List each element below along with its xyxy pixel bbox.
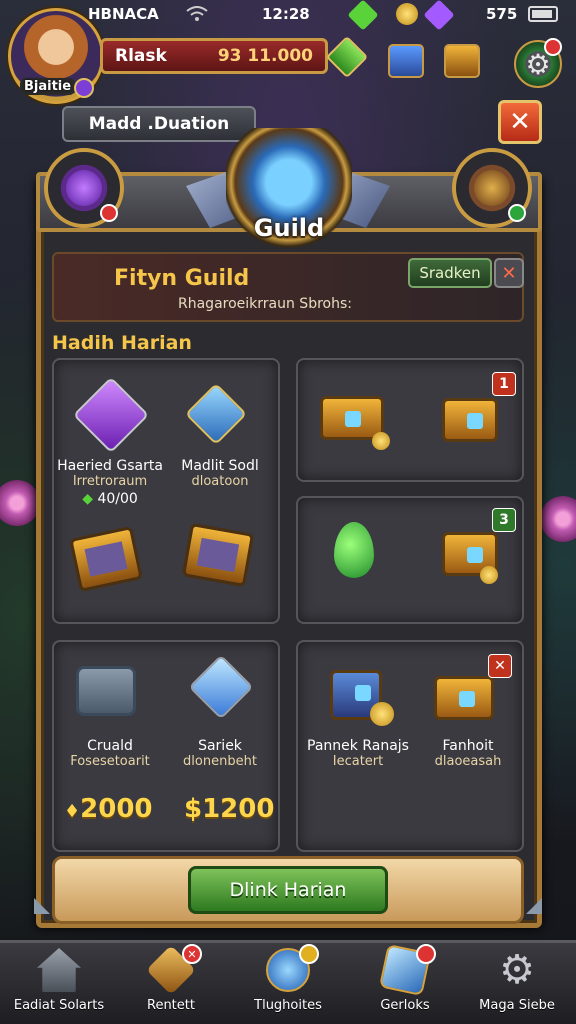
nav-item-cards[interactable]: Gerloks	[350, 943, 460, 1024]
claim-daily-button[interactable]: Dlink Harian	[188, 866, 388, 914]
coin-icon	[396, 3, 418, 25]
corner-ornament	[526, 898, 542, 914]
item-progress: ◆ 40/00	[54, 491, 166, 507]
coin-icon	[370, 702, 394, 726]
alert-dot	[100, 204, 118, 222]
currency-count: 575	[486, 5, 518, 23]
item-price[interactable]: $1200	[184, 794, 274, 824]
gear-icon: ⚙	[499, 947, 535, 993]
battery-icon	[528, 6, 558, 22]
section-title: Hadih Harian	[52, 332, 192, 354]
item-title: Fanhoit	[442, 738, 494, 754]
gem-icon: ◆	[82, 491, 93, 507]
treasure-frame-icon	[181, 522, 255, 588]
avatar-label: Bjaitie	[20, 78, 76, 95]
nav-label: Maga Siebe	[479, 998, 555, 1013]
gold-gem-icon: ♦	[64, 801, 81, 822]
close-button[interactable]: ✕	[498, 100, 542, 144]
alert-badge	[416, 944, 436, 964]
wifi-icon	[186, 6, 208, 21]
player-name-bar[interactable]: Rlask 93 11.000	[100, 38, 328, 74]
item-title: Sariek	[198, 738, 242, 754]
nav-item-world[interactable]: Tlughoites	[233, 944, 343, 1024]
item-subtitle: Iecatert	[332, 754, 384, 769]
nav-label: Eadiat Solarts	[13, 998, 105, 1013]
item-price[interactable]: ♦2000	[64, 794, 153, 824]
amethyst-icon	[423, 0, 455, 31]
item-title: Haeried Gsarta	[57, 458, 163, 474]
nav-label: Rentett	[147, 998, 195, 1013]
guild-crystal-emblem	[226, 128, 352, 264]
item-title: Pannek Ranajs	[307, 738, 409, 754]
close-icon: ✕	[501, 262, 517, 284]
alert-badge	[299, 944, 319, 964]
coin-icon	[372, 432, 390, 450]
level-badge	[74, 78, 94, 98]
left-roundel-button[interactable]	[44, 148, 124, 228]
item-title: Cruald	[87, 738, 133, 754]
notification-dot	[544, 38, 562, 56]
close-icon: ✕	[509, 107, 531, 137]
potion-icon	[66, 170, 102, 206]
coin-icon	[480, 566, 498, 584]
close-badge[interactable]: ✕	[488, 654, 512, 678]
nav-item-settings[interactable]: ⚙ Maga Siebe	[462, 944, 572, 1024]
emblem-label: Guild	[253, 214, 325, 242]
item-progress-value: 40/00	[97, 491, 138, 507]
corner-ornament	[34, 898, 50, 914]
gem-icon	[347, 0, 379, 31]
item-title: Madlit Sodl	[181, 458, 259, 474]
carrier-text: HBNACA	[88, 5, 159, 23]
guild-name: Fityn Guild	[114, 266, 250, 291]
shop-item: Cruald Fosesetoarit	[54, 738, 166, 769]
reward-item: Fanhoit dlaoeasah	[412, 738, 524, 769]
reward-item: Haeried Gsarta Irretroraum ◆ 40/00	[54, 458, 166, 507]
clock-text: 12:28	[262, 5, 310, 23]
alert-badge: ✕	[182, 944, 202, 964]
item-subtitle: dloatoon	[191, 474, 249, 489]
right-roundel-button[interactable]	[452, 148, 532, 228]
guild-subtitle: Rhagaroeikrraun Sbrohs:	[178, 296, 352, 312]
blue-box-icon[interactable]	[388, 44, 424, 78]
settings-gear-button[interactable]: ⚙	[514, 38, 562, 88]
treasure-chest-icon	[442, 398, 498, 442]
player-name: Rlask	[115, 46, 167, 66]
price-value: 2000	[80, 794, 153, 824]
armor-gauntlet-icon	[76, 666, 136, 716]
nav-label: Tlughoites	[254, 998, 322, 1013]
nav-label: Gerloks	[380, 998, 430, 1013]
nav-item-battle[interactable]: ✕ Rentett	[116, 944, 226, 1024]
home-icon	[37, 948, 81, 992]
gold-box-icon[interactable]	[444, 44, 480, 78]
item-subtitle: Irretroraum	[72, 474, 148, 489]
reward-item: Madlit Sodl dloatoon	[164, 458, 276, 489]
count-badge: 3	[492, 508, 516, 532]
count-badge: 1	[492, 372, 516, 396]
helmet-icon	[474, 170, 510, 206]
treasure-chest-icon	[434, 676, 494, 720]
reward-item: Pannek Ranajs Iecatert	[298, 738, 418, 769]
shop-item: Sariek dlonenbeht	[164, 738, 276, 769]
guild-action-button[interactable]: Sradken	[408, 258, 492, 288]
item-subtitle: Fosesetoarit	[70, 754, 150, 769]
item-subtitle: dlonenbeht	[183, 754, 257, 769]
item-subtitle: dlaoeasah	[434, 754, 502, 769]
guild-dismiss-button[interactable]: ✕	[494, 258, 524, 288]
nav-item-home[interactable]: Eadiat Solarts	[4, 944, 114, 1024]
ready-dot	[508, 204, 526, 222]
gold-amount: 93 11.000	[217, 46, 313, 66]
